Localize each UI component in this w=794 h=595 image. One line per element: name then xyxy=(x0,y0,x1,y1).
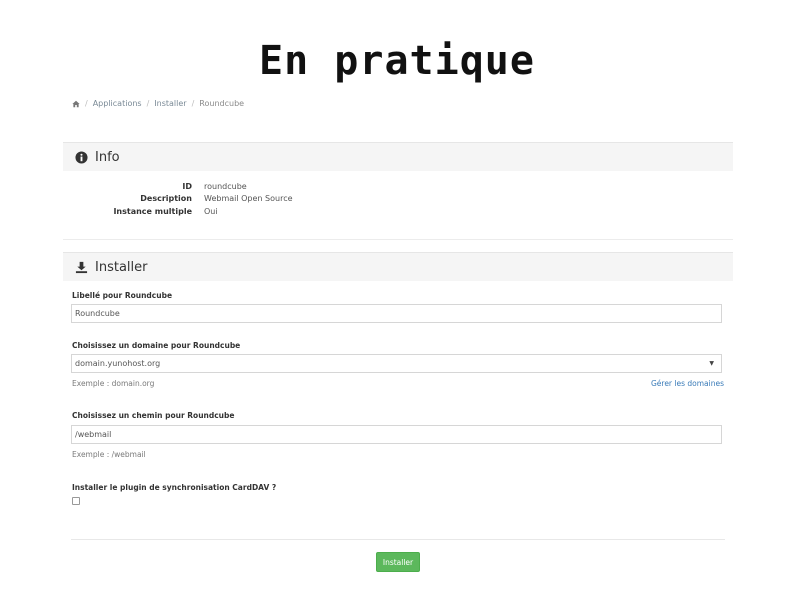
domain-field-label: Choisissez un domaine pour Roundcube xyxy=(72,341,241,350)
domain-select[interactable]: domain.yunohost.org ▼ xyxy=(71,354,722,373)
caret-down-icon: ▼ xyxy=(709,360,714,367)
info-circle-icon xyxy=(75,150,88,164)
info-panel: Info ID roundcube Description Webmail Op… xyxy=(63,142,733,240)
breadcrumb-separator: / xyxy=(146,99,150,108)
info-key: ID xyxy=(182,181,192,191)
info-row-id: ID roundcube xyxy=(63,180,733,193)
breadcrumb-install[interactable]: Installer xyxy=(154,99,186,108)
info-value: roundcube xyxy=(204,181,247,191)
info-row-description: Description Webmail Open Source xyxy=(63,193,733,206)
install-button[interactable]: Installer xyxy=(376,552,420,572)
info-key: Instance multiple xyxy=(113,206,192,216)
breadcrumb-separator: / xyxy=(85,99,88,108)
info-key: Description xyxy=(140,194,192,204)
path-input[interactable]: /webmail xyxy=(71,425,722,444)
breadcrumb-applications[interactable]: Applications xyxy=(93,99,142,108)
path-field-label: Choisissez un chemin pour Roundcube xyxy=(72,411,235,420)
label-field-label: Libellé pour Roundcube xyxy=(72,291,173,300)
label-input[interactable]: Roundcube xyxy=(71,304,722,323)
path-help: Exemple : /webmail xyxy=(72,450,146,459)
info-list: ID roundcube Description Webmail Open So… xyxy=(63,171,733,218)
breadcrumb-separator: / xyxy=(191,99,195,108)
slide-title: En pratique xyxy=(259,38,535,84)
install-panel: Installer Libellé pour Roundcube Roundcu… xyxy=(63,252,733,582)
domain-help: Exemple : domain.org xyxy=(72,379,155,388)
carddav-checkbox[interactable] xyxy=(72,497,80,505)
carddav-field-label: Installer le plugin de synchronisation C… xyxy=(72,483,277,492)
info-panel-header: Info xyxy=(63,142,733,171)
breadcrumb: / Applications / Installer / Roundcube xyxy=(72,99,244,108)
info-row-multi-instance: Instance multiple Oui xyxy=(63,205,733,218)
manage-domains-link[interactable]: Gérer les domaines xyxy=(651,379,724,388)
install-panel-title: Installer xyxy=(95,259,148,275)
info-panel-title: Info xyxy=(95,149,120,165)
info-value: Webmail Open Source xyxy=(204,194,293,204)
info-value: Oui xyxy=(204,206,218,216)
domain-select-value: domain.yunohost.org xyxy=(75,359,161,368)
form-divider xyxy=(71,539,725,540)
install-panel-header: Installer xyxy=(63,252,733,281)
breadcrumb-current: Roundcube xyxy=(199,99,245,108)
download-icon xyxy=(75,261,88,274)
home-icon[interactable] xyxy=(72,100,80,108)
